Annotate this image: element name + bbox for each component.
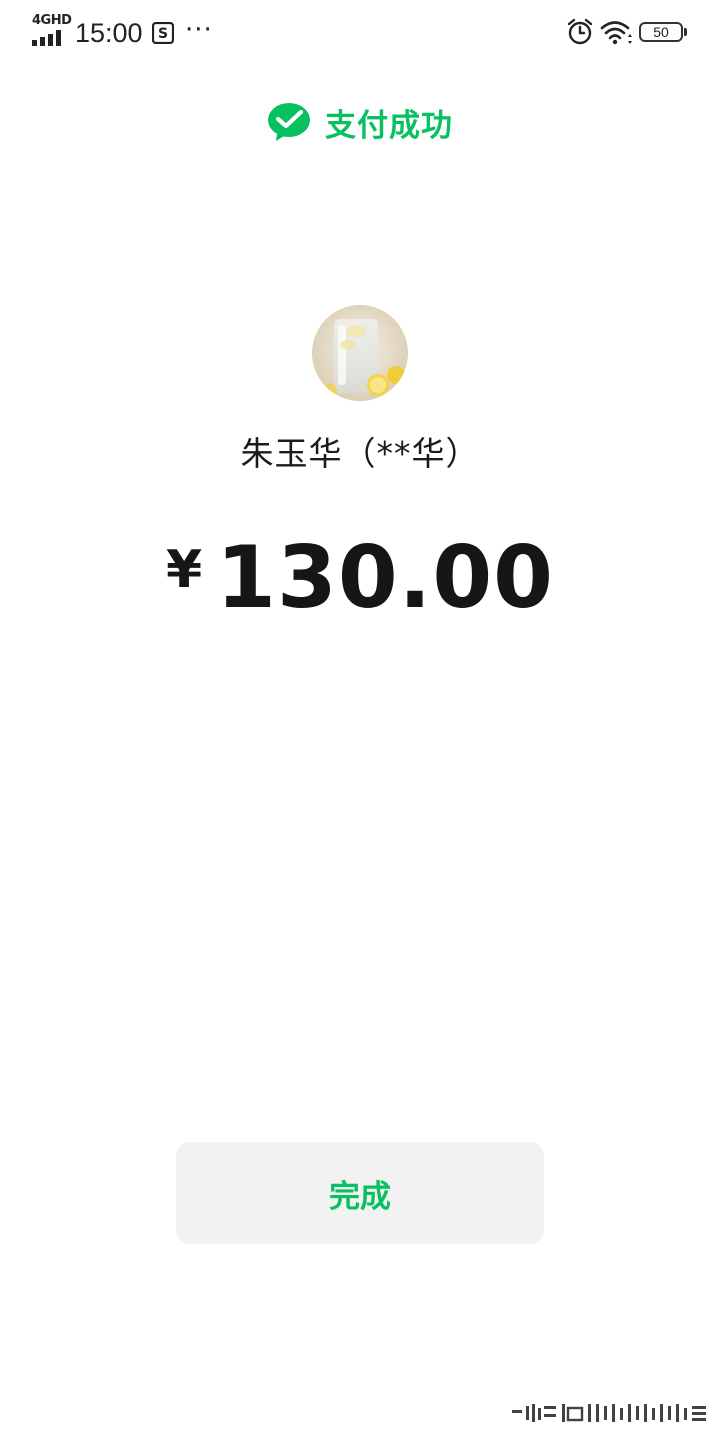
avatar: [312, 305, 408, 401]
signal-indicator: 4GHD: [32, 13, 72, 46]
lemon-water-avatar: [312, 305, 408, 401]
more-notifications-icon: ···: [185, 15, 213, 45]
wechat-pay-check-icon: [268, 103, 310, 141]
status-time: 15:00: [75, 18, 143, 48]
done-button-label: 完成: [329, 1178, 391, 1215]
payment-success-screen: 4GHD 15:00 S ··· 50 支付成功 朱玉华（**华） ¥ 130.…: [0, 0, 720, 1436]
battery-icon: 50: [639, 22, 687, 42]
done-button[interactable]: 完成: [176, 1142, 544, 1244]
alarm-icon: [567, 18, 593, 45]
svg-text:S: S: [158, 26, 168, 42]
payment-success-header: 支付成功: [0, 96, 720, 148]
status-bar: 4GHD 15:00 S ··· 50: [0, 0, 720, 66]
battery-level: 50: [653, 24, 669, 40]
wifi-icon: [600, 21, 632, 45]
payment-amount: ¥ 130.00: [0, 530, 720, 626]
network-type-label: 4GHD: [32, 13, 72, 28]
page-title: 支付成功: [325, 107, 453, 144]
screenshot-app-icon: S: [152, 22, 174, 44]
amount-value: 130.00: [216, 528, 555, 628]
payee-name: 朱玉华（**华）: [240, 434, 480, 473]
watermark-logo: [512, 1404, 706, 1422]
signal-icon: [32, 30, 61, 46]
currency-symbol: ¥: [165, 540, 203, 600]
